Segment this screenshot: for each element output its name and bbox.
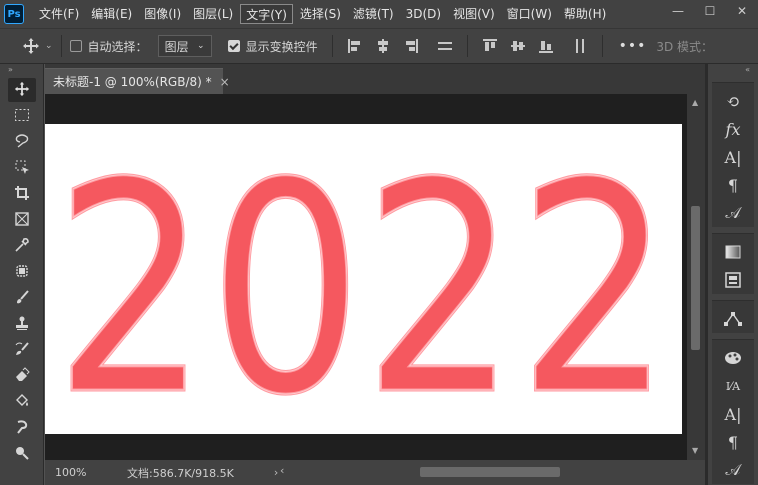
status-menu-arrow-icon[interactable]: › [274, 466, 278, 479]
dodge-tool-icon[interactable] [0, 440, 44, 466]
photoshop-logo: Ps [4, 4, 24, 24]
canvas-pasteboard[interactable]: 2022 2022 [45, 94, 687, 460]
stamp-tool-icon[interactable] [0, 310, 44, 336]
smudge-tool-icon[interactable] [0, 414, 44, 440]
canvas-text-bevel: 2022 [54, 124, 672, 434]
panel-group-3 [712, 300, 754, 333]
menu-filter[interactable]: 滤镜(T) [348, 4, 399, 24]
menu-file[interactable]: 文件(F) [34, 4, 84, 24]
panel-group-4: I⁄A A| ¶ 𝒜 [712, 339, 754, 484]
document-canvas[interactable]: 2022 2022 [45, 121, 682, 461]
scroll-left-icon[interactable]: ‹ [280, 464, 284, 477]
menu-view[interactable]: 视图(V) [448, 4, 500, 24]
align-left-icon[interactable] [347, 38, 363, 54]
vertical-scrollbar[interactable]: ▲ ▼ [687, 94, 705, 460]
auto-select-target-dropdown[interactable]: 图层 ⌄ [157, 35, 212, 57]
document-info: 文档:586.7K/918.5K [127, 466, 234, 480]
paint-bucket-icon[interactable] [0, 388, 44, 414]
tools-panel: » [0, 64, 44, 485]
history-icon[interactable]: ⟲ [712, 87, 754, 115]
gradient-icon[interactable] [712, 238, 754, 266]
brush-tool-icon[interactable] [0, 284, 44, 310]
scroll-down-icon[interactable]: ▼ [692, 446, 698, 455]
history-brush-icon[interactable] [0, 336, 44, 362]
character-style-icon[interactable]: I⁄A [712, 372, 754, 400]
chevron-down-icon: ⌄ [197, 41, 205, 51]
align-horizontal-center-icon[interactable] [375, 38, 391, 54]
panel-dock: « ⟲ fx A| ¶ 𝒜 I⁄A A| ¶ 𝒜 [708, 64, 758, 485]
horizontal-scroll-thumb[interactable] [420, 467, 560, 477]
paths-icon[interactable] [712, 305, 754, 333]
brush-settings-icon[interactable] [712, 344, 754, 372]
divider [466, 35, 468, 57]
menu-type[interactable]: 文字(Y) [240, 4, 293, 24]
menu-edit[interactable]: 编辑(E) [86, 4, 137, 24]
paragraph-icon[interactable]: ¶ [712, 171, 754, 199]
divider [601, 35, 603, 57]
move-tool-icon[interactable] [0, 76, 44, 102]
swatches-icon[interactable] [712, 266, 754, 294]
menu-image[interactable]: 图像(I) [139, 4, 186, 24]
marquee-tool-icon[interactable] [0, 102, 44, 128]
move-tool-icon[interactable] [22, 37, 40, 55]
close-button[interactable]: ✕ [726, 0, 758, 22]
menu-items: 文件(F) 编辑(E) 图像(I) 图层(L) 文字(Y) 选择(S) 滤镜(T… [34, 4, 613, 24]
vertical-scroll-thumb[interactable] [691, 206, 700, 350]
menu-3d[interactable]: 3D(D) [401, 4, 446, 24]
menu-select[interactable]: 选择(S) [295, 4, 346, 24]
more-options-icon[interactable]: ••• [619, 38, 647, 54]
close-tab-icon[interactable]: × [220, 75, 230, 89]
menu-layer[interactable]: 图层(L) [188, 4, 238, 24]
show-transform-label: 显示变换控件 [245, 39, 318, 54]
menu-bar: Ps 文件(F) 编辑(E) 图像(I) 图层(L) 文字(Y) 选择(S) 滤… [0, 0, 758, 28]
window-controls: — ☐ ✕ [662, 0, 758, 22]
distribute-horizontal-icon[interactable] [572, 38, 588, 54]
show-transform-checkbox[interactable] [227, 40, 240, 52]
status-bar: 100% 文档:586.7K/918.5K › ‹ [45, 460, 705, 485]
menu-help[interactable]: 帮助(H) [559, 4, 611, 24]
3d-mode-label: 3D 模式： [656, 39, 714, 54]
tool-preset-caret-icon[interactable]: ⌄ [45, 41, 53, 51]
eraser-tool-icon[interactable] [0, 362, 44, 388]
align-vertical-center-icon[interactable] [510, 38, 526, 54]
crop-tool-icon[interactable] [0, 180, 44, 206]
frame-tool-icon[interactable] [0, 206, 44, 232]
divider [60, 35, 62, 57]
glyph-panel-icon[interactable]: 𝒜 [712, 456, 754, 484]
fx-icon[interactable]: fx [712, 115, 754, 143]
auto-select-target-value: 图层 [164, 39, 189, 54]
panel-group-1: ⟲ fx A| ¶ 𝒜 [712, 82, 754, 227]
canvas-artwork: 2022 2022 [53, 121, 674, 461]
auto-select-checkbox[interactable] [69, 40, 82, 52]
maximize-button[interactable]: ☐ [694, 0, 726, 22]
zoom-level[interactable]: 100% [55, 466, 95, 479]
panel-group-2 [712, 233, 754, 294]
character-icon[interactable]: A| [712, 143, 754, 171]
options-bar: ⌄ 自动选择： 图层 ⌄ 显示变换控件 ••• 3D 模式： [0, 28, 758, 64]
align-top-icon[interactable] [482, 38, 498, 54]
healing-tool-icon[interactable] [0, 258, 44, 284]
eyedropper-tool-icon[interactable] [0, 232, 44, 258]
minimize-button[interactable]: — [662, 0, 694, 22]
distribute-vertical-icon[interactable] [437, 38, 453, 54]
lasso-tool-icon[interactable] [0, 128, 44, 154]
document-tab-bar: 未标题-1 @ 100%(RGB/8) * × [45, 64, 705, 94]
align-right-icon[interactable] [403, 38, 419, 54]
collapse-panels-icon[interactable]: « [708, 64, 758, 76]
glyphs-icon[interactable]: 𝒜 [712, 199, 754, 227]
horizontal-scrollbar[interactable]: ‹ [280, 464, 680, 478]
divider [331, 35, 333, 57]
object-select-tool-icon[interactable] [0, 154, 44, 180]
para-panel-icon[interactable]: ¶ [712, 428, 754, 456]
scroll-up-icon[interactable]: ▲ [692, 98, 698, 107]
document-tab[interactable]: 未标题-1 @ 100%(RGB/8) * × [45, 68, 230, 94]
align-bottom-icon[interactable] [538, 38, 554, 54]
collapse-toolbar-icon[interactable]: » [0, 64, 43, 76]
document-tab-title: 未标题-1 @ 100%(RGB/8) * [53, 75, 212, 89]
char-panel-icon[interactable]: A| [712, 400, 754, 428]
auto-select-label: 自动选择： [87, 39, 148, 54]
menu-window[interactable]: 窗口(W) [502, 4, 557, 24]
